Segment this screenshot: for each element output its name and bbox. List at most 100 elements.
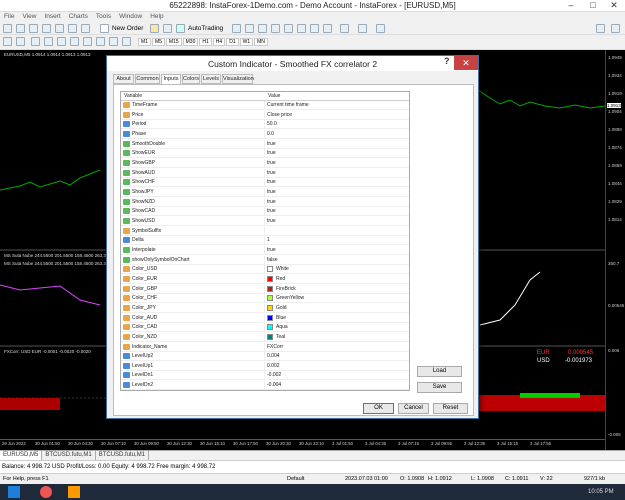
chart-tab[interactable]: BTCUSD.futu,M1: [42, 451, 96, 460]
new-order-icon[interactable]: [100, 24, 109, 33]
chart-shift-icon[interactable]: [323, 24, 332, 33]
input-value[interactable]: 50.0: [267, 121, 277, 127]
input-value[interactable]: Close price: [267, 112, 292, 118]
browser-icon[interactable]: [40, 486, 52, 498]
input-row[interactable]: Color_EUR Red: [121, 274, 409, 284]
tab-about[interactable]: About: [113, 74, 134, 84]
input-value[interactable]: Teal: [276, 334, 285, 340]
input-row[interactable]: LevelDn2 -0.004: [121, 381, 409, 391]
input-value[interactable]: true: [267, 179, 276, 185]
input-value[interactable]: Aqua: [276, 324, 288, 330]
label-icon[interactable]: [109, 37, 118, 46]
input-row[interactable]: ShowAUD true: [121, 168, 409, 178]
tile-windows-icon[interactable]: [297, 24, 306, 33]
input-row[interactable]: LevelUp1 0.002: [121, 361, 409, 371]
menu-window[interactable]: Window: [115, 12, 146, 22]
help-button[interactable]: ?: [444, 56, 450, 66]
input-row[interactable]: ShowGBP true: [121, 158, 409, 168]
new-order-button[interactable]: New Order: [112, 24, 143, 33]
profiles-icon[interactable]: [16, 24, 25, 33]
timeframe-mn[interactable]: MN: [254, 38, 268, 46]
timeframe-d1[interactable]: D1: [226, 38, 239, 46]
input-row[interactable]: ShowCAD true: [121, 207, 409, 217]
metaeditor-icon[interactable]: [150, 24, 159, 33]
input-row[interactable]: Color_JPY Gold: [121, 303, 409, 313]
zoom-out-icon[interactable]: [284, 24, 293, 33]
input-row[interactable]: Period 50.0: [121, 120, 409, 130]
input-value[interactable]: true: [267, 208, 276, 214]
input-value[interactable]: true: [267, 218, 276, 224]
input-row[interactable]: Interpolate true: [121, 245, 409, 255]
market-watch-icon[interactable]: [29, 24, 38, 33]
chat-icon[interactable]: [611, 24, 620, 33]
vertical-line-icon[interactable]: [31, 37, 40, 46]
input-value[interactable]: true: [267, 170, 276, 176]
input-row[interactable]: SmoothDouble true: [121, 139, 409, 149]
menu-view[interactable]: View: [18, 12, 40, 22]
input-row[interactable]: TimeFrame Current time frame: [121, 101, 409, 110]
menu-help[interactable]: Help: [146, 12, 167, 22]
input-row[interactable]: Price Close price: [121, 110, 409, 120]
horizontal-line-icon[interactable]: [44, 37, 53, 46]
menu-tools[interactable]: Tools: [92, 12, 115, 22]
input-value[interactable]: true: [267, 199, 276, 205]
input-row[interactable]: ShowUSD true: [121, 216, 409, 226]
periods-icon[interactable]: [358, 24, 367, 33]
templates-icon[interactable]: [376, 24, 385, 33]
line-chart-icon[interactable]: [258, 24, 267, 33]
new-chart-icon[interactable]: [3, 24, 12, 33]
timeframe-m15[interactable]: M15: [165, 38, 182, 46]
save-button[interactable]: Save: [417, 382, 462, 393]
tab-visualization[interactable]: Visualization: [222, 74, 254, 84]
chart-tab[interactable]: BTCUSD.futu,M1: [96, 451, 150, 460]
input-row[interactable]: Delta 1: [121, 236, 409, 246]
close-window-button[interactable]: ✕: [603, 0, 625, 12]
candlestick-icon[interactable]: [245, 24, 254, 33]
input-value[interactable]: FireBrick: [276, 286, 296, 292]
indicators-icon[interactable]: [340, 24, 349, 33]
input-value[interactable]: -0.004: [267, 382, 281, 388]
menu-file[interactable]: File: [0, 12, 18, 22]
input-row[interactable]: Indicator_Name FXCorr: [121, 342, 409, 352]
terminal-icon[interactable]: [68, 24, 77, 33]
input-row[interactable]: ShowJPY true: [121, 187, 409, 197]
tab-levels[interactable]: Levels: [201, 74, 221, 84]
dialog-close-button[interactable]: ✕: [454, 56, 478, 70]
input-value[interactable]: Blue: [276, 315, 286, 321]
load-button[interactable]: Load: [417, 366, 462, 377]
ok-button[interactable]: OK: [363, 403, 394, 414]
minimize-button[interactable]: –: [560, 0, 582, 12]
tab-common[interactable]: Common: [135, 74, 160, 84]
autotrading-button[interactable]: AutoTrading: [188, 24, 223, 33]
timeframe-m30[interactable]: M30: [182, 38, 199, 46]
timeframe-h1[interactable]: H1: [199, 38, 212, 46]
input-value[interactable]: 0.0: [267, 131, 274, 137]
input-value[interactable]: true: [267, 247, 276, 253]
options-icon[interactable]: [163, 24, 172, 33]
cancel-button[interactable]: Cancel: [398, 403, 429, 414]
chart-tab[interactable]: EURUSD,M5: [0, 451, 43, 460]
input-row[interactable]: LevelDn1 -0.002: [121, 371, 409, 381]
timeframe-w1[interactable]: W1: [239, 38, 254, 46]
input-value[interactable]: FXCorr: [267, 344, 283, 350]
input-row[interactable]: Color_USD White: [121, 265, 409, 275]
input-row[interactable]: LevelUp2 0.004: [121, 352, 409, 362]
zoom-in-icon[interactable]: [271, 24, 280, 33]
input-row[interactable]: SymbolSuffix: [121, 226, 409, 236]
data-window-icon[interactable]: [42, 24, 51, 33]
channel-icon[interactable]: [70, 37, 79, 46]
navigator-icon[interactable]: [55, 24, 64, 33]
input-row[interactable]: ShowCHF true: [121, 178, 409, 188]
auto-scroll-icon[interactable]: [310, 24, 319, 33]
input-value[interactable]: Red: [276, 276, 285, 282]
menu-charts[interactable]: Charts: [65, 12, 92, 22]
input-value[interactable]: GreenYellow: [276, 295, 304, 301]
input-value[interactable]: true: [267, 189, 276, 195]
trendline-icon[interactable]: [57, 37, 66, 46]
cursor-icon[interactable]: [3, 37, 12, 46]
search-icon[interactable]: [596, 24, 605, 33]
input-row[interactable]: Color_CHF GreenYellow: [121, 294, 409, 304]
input-row[interactable]: ShowNZD true: [121, 197, 409, 207]
input-value[interactable]: Gold: [276, 305, 287, 311]
input-row[interactable]: ShowEUR true: [121, 149, 409, 159]
